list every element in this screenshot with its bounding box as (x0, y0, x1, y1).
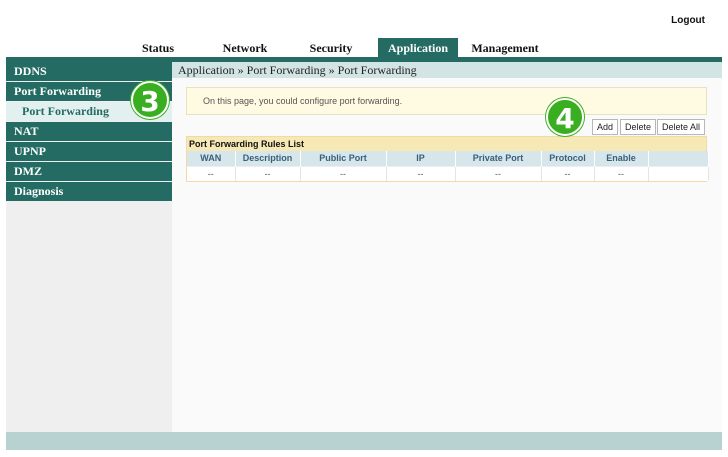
breadcrumb: Application » Port Forwarding » Port For… (172, 62, 722, 78)
tab-security[interactable]: Security (300, 38, 362, 57)
table-row: -- -- -- -- -- -- -- (187, 165, 709, 181)
column-header-description: Description (235, 151, 301, 166)
table-cell: -- (235, 165, 301, 181)
table-cell: -- (455, 165, 542, 181)
delete-button[interactable]: Delete (620, 119, 657, 135)
table-cell (648, 165, 709, 181)
add-button[interactable]: Add (592, 119, 619, 135)
sidebar-item-upnp[interactable]: UPNP (6, 142, 172, 161)
rules-table: WAN Description Public Port IP Private P… (187, 151, 709, 181)
sidebar-item-diagnosis[interactable]: Diagnosis (6, 182, 172, 201)
column-header-wan: WAN (187, 151, 236, 166)
tab-network[interactable]: Network (214, 38, 276, 57)
table-cell: -- (386, 165, 456, 181)
column-header-protocol: Protocol (541, 151, 595, 166)
delete-all-button[interactable]: Delete All (657, 119, 706, 135)
table-cell: -- (541, 165, 595, 181)
sidebar-item-ddns[interactable]: DDNS (6, 62, 172, 81)
table-cell: -- (187, 165, 236, 181)
column-header-actions (648, 151, 709, 166)
column-header-public-port: Public Port (300, 151, 387, 166)
column-header-ip: IP (386, 151, 456, 166)
footer-bar (6, 432, 722, 450)
column-header-enable: Enable (594, 151, 649, 166)
tab-application[interactable]: Application (378, 38, 458, 57)
table-header-row: WAN Description Public Port IP Private P… (187, 151, 709, 166)
table-cell: -- (300, 165, 387, 181)
rules-list-title: Port Forwarding Rules List (187, 137, 706, 151)
tab-management[interactable]: Management (464, 38, 546, 57)
step-4-badge: 4 (546, 98, 584, 136)
table-cell: -- (594, 165, 649, 181)
main-content: Application » Port Forwarding » Port For… (172, 62, 722, 432)
info-notice: On this page, you could configure port f… (186, 87, 707, 115)
sidebar-item-dmz[interactable]: DMZ (6, 162, 172, 181)
top-navigation: Status Network Security Application Mana… (0, 38, 728, 57)
step-3-badge: 3 (131, 81, 169, 119)
tab-status[interactable]: Status (132, 38, 184, 57)
rules-list: Port Forwarding Rules List WAN Descripti… (186, 136, 709, 182)
sidebar-item-nat[interactable]: NAT (6, 122, 172, 141)
logout-link[interactable]: Logout (671, 15, 705, 26)
column-header-private-port: Private Port (455, 151, 542, 166)
